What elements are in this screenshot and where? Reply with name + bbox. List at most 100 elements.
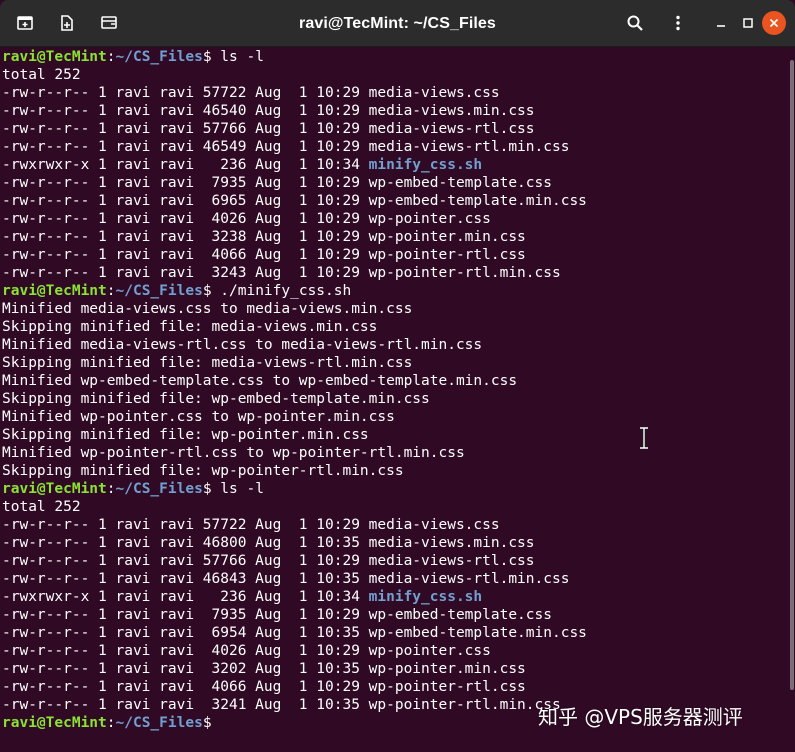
scrollbar[interactable] — [790, 60, 794, 690]
file-list-row: -rwxrwxr-x 1 ravi ravi 236 Aug 1 10:34 m… — [2, 588, 795, 606]
terminal-window: ravi@TecMint: ~/CS_Files ravi@TecMint:~/… — [0, 0, 795, 752]
text-cursor-icon — [640, 427, 648, 449]
prompt-symbol: $ — [202, 481, 212, 497]
file-attributes: -rwxrwxr-x 1 ravi ravi 236 Aug 1 10:34 — [2, 589, 369, 605]
prompt-symbol: $ — [202, 49, 212, 65]
file-list-row: -rw-r--r-- 1 ravi ravi 6954 Aug 1 10:35 … — [2, 624, 795, 642]
prompt-symbol: $ — [202, 283, 212, 299]
prompt-user-host: ravi@TecMint — [2, 49, 107, 65]
file-name: media-views.min.css — [368, 535, 535, 551]
file-attributes: -rw-r--r-- 1 ravi ravi 3243 Aug 1 10:29 — [2, 265, 369, 281]
file-name: wp-pointer-rtl.css — [368, 247, 526, 263]
file-attributes: -rw-r--r-- 1 ravi ravi 46843 Aug 1 10:35 — [2, 571, 369, 587]
file-attributes: -rw-r--r-- 1 ravi ravi 3241 Aug 1 10:35 — [2, 697, 369, 713]
file-name: media-views.css — [368, 517, 500, 533]
output-line: Minified media-views.css to media-views.… — [2, 301, 413, 317]
output-line: total 252 — [2, 67, 81, 83]
file-name: wp-embed-template.min.css — [368, 625, 587, 641]
executable-file-name: minify_css.sh — [368, 589, 483, 605]
prompt-path: ~/CS_Files — [115, 481, 203, 497]
prompt-path: ~/CS_Files — [115, 283, 203, 299]
output-line: Minified wp-embed-template.css to wp-emb… — [2, 373, 518, 389]
file-attributes: -rw-r--r-- 1 ravi ravi 7935 Aug 1 10:29 — [2, 175, 369, 191]
file-list-row: -rw-r--r-- 1 ravi ravi 57722 Aug 1 10:29… — [2, 84, 795, 102]
file-name: wp-pointer-rtl.css — [368, 679, 526, 695]
file-attributes: -rw-r--r-- 1 ravi ravi 6954 Aug 1 10:35 — [2, 625, 369, 641]
file-name: wp-embed-template.css — [368, 607, 552, 623]
file-attributes: -rw-r--r-- 1 ravi ravi 57722 Aug 1 10:29 — [2, 85, 369, 101]
file-name: wp-pointer-rtl.min.css — [368, 265, 561, 281]
maximize-icon[interactable] — [733, 8, 763, 38]
prompt-symbol: $ — [202, 715, 212, 731]
file-list-row: -rw-r--r-- 1 ravi ravi 46540 Aug 1 10:29… — [2, 102, 795, 120]
close-icon[interactable] — [762, 11, 786, 35]
file-name: wp-pointer.min.css — [368, 661, 526, 677]
output-line: Minified media-views-rtl.css to media-vi… — [2, 337, 483, 353]
file-attributes: -rw-r--r-- 1 ravi ravi 3202 Aug 1 10:35 — [2, 661, 369, 677]
file-attributes: -rw-r--r-- 1 ravi ravi 46549 Aug 1 10:29 — [2, 139, 369, 155]
output-line: Skipping minified file: media-views-rtl.… — [2, 355, 413, 371]
terminal-output[interactable]: ravi@TecMint:~/CS_Files$ ls -l total 252-… — [2, 48, 795, 752]
output-line: Skipping minified file: wp-pointer-rtl.m… — [2, 463, 404, 479]
file-attributes: -rw-r--r-- 1 ravi ravi 6965 Aug 1 10:29 — [2, 193, 369, 209]
file-name: media-views-rtl.css — [368, 553, 535, 569]
file-list-row: -rw-r--r-- 1 ravi ravi 4066 Aug 1 10:29 … — [2, 246, 795, 264]
prompt-user-host: ravi@TecMint — [2, 715, 107, 731]
prompt-separator: : — [106, 715, 116, 731]
file-name: media-views-rtl.min.css — [368, 139, 570, 155]
file-name: wp-pointer-rtl.min.css — [368, 697, 561, 713]
prompt-separator: : — [106, 283, 116, 299]
file-name: media-views-rtl.css — [368, 121, 535, 137]
prompt-line: ravi@TecMint:~/CS_Files$ ls -l — [2, 480, 795, 498]
search-icon[interactable] — [620, 8, 650, 38]
file-name: wp-embed-template.css — [368, 175, 552, 191]
file-list-row: -rw-r--r-- 1 ravi ravi 4026 Aug 1 10:29 … — [2, 210, 795, 228]
file-list-row: -rw-r--r-- 1 ravi ravi 3238 Aug 1 10:29 … — [2, 228, 795, 246]
prompt-separator: : — [106, 481, 116, 497]
file-attributes: -rw-r--r-- 1 ravi ravi 46540 Aug 1 10:29 — [2, 103, 369, 119]
file-attributes: -rw-r--r-- 1 ravi ravi 4066 Aug 1 10:29 — [2, 247, 369, 263]
file-name: media-views-rtl.min.css — [368, 571, 570, 587]
prompt-separator: : — [106, 49, 116, 65]
file-attributes: -rw-r--r-- 1 ravi ravi 3238 Aug 1 10:29 — [2, 229, 369, 245]
command-text: ls -l — [211, 49, 264, 65]
command-text: ./minify_css.sh — [211, 283, 352, 299]
file-name: wp-embed-template.min.css — [368, 193, 587, 209]
file-list-row: -rw-r--r-- 1 ravi ravi 3243 Aug 1 10:29 … — [2, 264, 795, 282]
file-attributes: -rw-r--r-- 1 ravi ravi 4066 Aug 1 10:29 — [2, 679, 369, 695]
file-list-row: -rw-r--r-- 1 ravi ravi 46843 Aug 1 10:35… — [2, 570, 795, 588]
file-name: wp-pointer.css — [368, 211, 491, 227]
file-list-row: -rw-r--r-- 1 ravi ravi 57766 Aug 1 10:29… — [2, 120, 795, 138]
file-list-row: -rw-r--r-- 1 ravi ravi 3202 Aug 1 10:35 … — [2, 660, 795, 678]
prompt-user-host: ravi@TecMint — [2, 481, 107, 497]
title-bar[interactable]: ravi@TecMint: ~/CS_Files — [0, 0, 795, 47]
prompt-path: ~/CS_Files — [115, 715, 203, 731]
output-line: Skipping minified file: wp-embed-templat… — [2, 391, 430, 407]
output-line: Skipping minified file: wp-pointer.min.c… — [2, 427, 369, 443]
kebab-menu-icon[interactable] — [663, 8, 693, 38]
file-list-row: -rw-r--r-- 1 ravi ravi 57722 Aug 1 10:29… — [2, 516, 795, 534]
prompt-line: ravi@TecMint:~/CS_Files$ ./minify_css.sh — [2, 282, 795, 300]
file-list-row: -rw-r--r-- 1 ravi ravi 6965 Aug 1 10:29 … — [2, 192, 795, 210]
file-attributes: -rwxrwxr-x 1 ravi ravi 236 Aug 1 10:34 — [2, 157, 369, 173]
prompt-line: ravi@TecMint:~/CS_Files$ ls -l — [2, 48, 795, 66]
file-name: wp-pointer.css — [368, 643, 491, 659]
output-line: total 252 — [2, 499, 81, 515]
file-attributes: -rw-r--r-- 1 ravi ravi 46800 Aug 1 10:35 — [2, 535, 369, 551]
file-attributes: -rw-r--r-- 1 ravi ravi 57766 Aug 1 10:29 — [2, 553, 369, 569]
executable-file-name: minify_css.sh — [368, 157, 483, 173]
file-name: media-views.min.css — [368, 103, 535, 119]
file-attributes: -rw-r--r-- 1 ravi ravi 57722 Aug 1 10:29 — [2, 517, 369, 533]
output-line: Minified wp-pointer.css to wp-pointer.mi… — [2, 409, 395, 425]
file-list-row: -rw-r--r-- 1 ravi ravi 57766 Aug 1 10:29… — [2, 552, 795, 570]
command-text: ls -l — [211, 481, 264, 497]
file-list-row: -rwxrwxr-x 1 ravi ravi 236 Aug 1 10:34 m… — [2, 156, 795, 174]
minimize-icon[interactable] — [706, 8, 736, 38]
file-name: wp-pointer.min.css — [368, 229, 526, 245]
file-attributes: -rw-r--r-- 1 ravi ravi 57766 Aug 1 10:29 — [2, 121, 369, 137]
file-list-row: -rw-r--r-- 1 ravi ravi 7935 Aug 1 10:29 … — [2, 174, 795, 192]
file-attributes: -rw-r--r-- 1 ravi ravi 4026 Aug 1 10:29 — [2, 211, 369, 227]
file-list-row: -rw-r--r-- 1 ravi ravi 4026 Aug 1 10:29 … — [2, 642, 795, 660]
file-attributes: -rw-r--r-- 1 ravi ravi 7935 Aug 1 10:29 — [2, 607, 369, 623]
prompt-user-host: ravi@TecMint — [2, 283, 107, 299]
